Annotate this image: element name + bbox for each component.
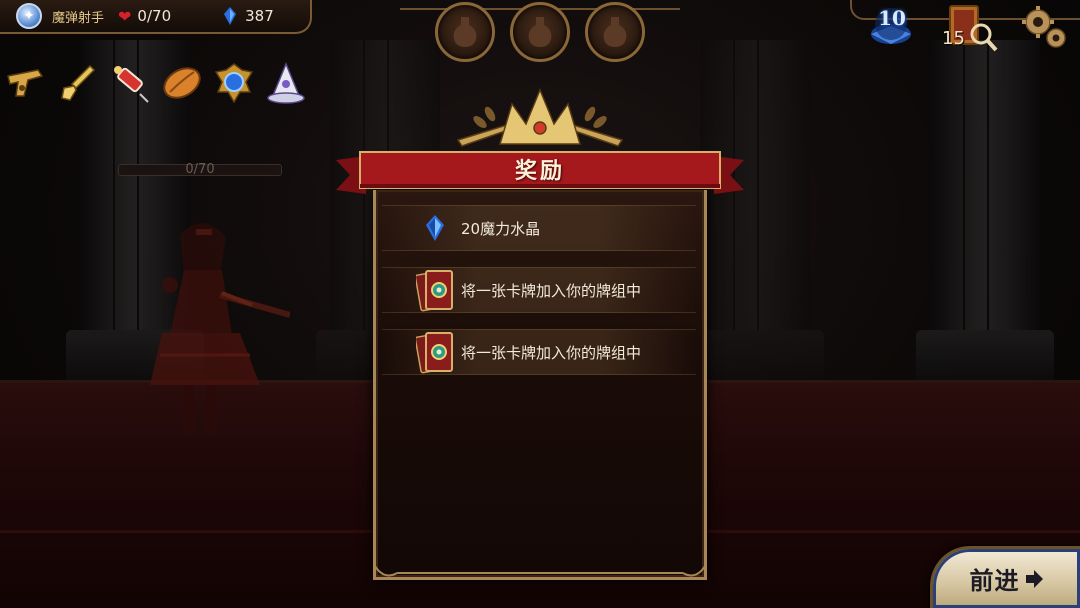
heart-icon: ❤ <box>118 6 132 26</box>
proceed-label: 前进 <box>969 566 1020 595</box>
reward-label: 将一张卡牌加入你的牌组中 <box>461 281 642 300</box>
empty-potion-icon <box>603 17 627 47</box>
potion-slot-2[interactable] <box>510 2 570 62</box>
reward-item-crystals[interactable]: 20魔力水晶 <box>382 205 696 251</box>
class-name: 魔弹射手 <box>52 10 105 26</box>
empty-potion-icon <box>528 17 552 47</box>
shovel-icon[interactable] <box>56 60 100 106</box>
proceed-button[interactable]: 前进 <box>930 546 1080 608</box>
reward-label: 20魔力水晶 <box>461 219 541 238</box>
settings-gear-icon[interactable] <box>1020 6 1070 50</box>
crystal-icon <box>426 215 444 241</box>
empty-potion-icon <box>453 17 477 47</box>
reward-list: 20魔力水晶 将一张卡牌加入你的牌组中 将一张卡牌加入你的牌组中 <box>382 205 696 391</box>
crystal-icon <box>224 7 237 25</box>
crown-ornament-icon <box>456 88 624 147</box>
class-icon[interactable]: ✦ <box>16 3 42 29</box>
reward-item-card[interactable]: 将一张卡牌加入你的牌组中 <box>382 267 696 313</box>
level-number: 10 <box>878 6 906 30</box>
potion-slot-3[interactable] <box>585 2 645 62</box>
blue-gem-icon[interactable] <box>212 60 256 106</box>
cocoa-bean-icon[interactable] <box>160 60 204 106</box>
hp-value: 0/70 <box>137 7 172 25</box>
hp-bar: 0/70 <box>118 162 282 177</box>
crystal-count: 387 <box>245 7 274 25</box>
deck-count: 15 <box>942 28 965 49</box>
player-status-bar: ✦ 魔弹射手 ❤ 0/70 387 <box>0 0 312 34</box>
wizard-hat-icon[interactable] <box>264 60 308 106</box>
background-pillar <box>686 40 824 380</box>
card-back-icon <box>416 270 453 312</box>
relic-bar <box>4 60 308 106</box>
background-pillar <box>916 40 1054 380</box>
arrow-right-icon <box>1025 569 1043 588</box>
syringe-icon[interactable] <box>108 60 152 106</box>
reward-title: 奖励 <box>514 158 565 184</box>
flintlock-pistol-icon[interactable] <box>4 60 48 106</box>
potion-slot-1[interactable] <box>435 2 495 62</box>
hp-bar-text: 0/70 <box>185 162 215 177</box>
card-back-icon <box>416 332 453 374</box>
reward-item-card[interactable]: 将一张卡牌加入你的牌组中 <box>382 329 696 375</box>
reward-label: 将一张卡牌加入你的牌组中 <box>461 343 642 362</box>
panel-footer-ornament <box>373 563 707 577</box>
gunslinger-character <box>150 222 290 435</box>
